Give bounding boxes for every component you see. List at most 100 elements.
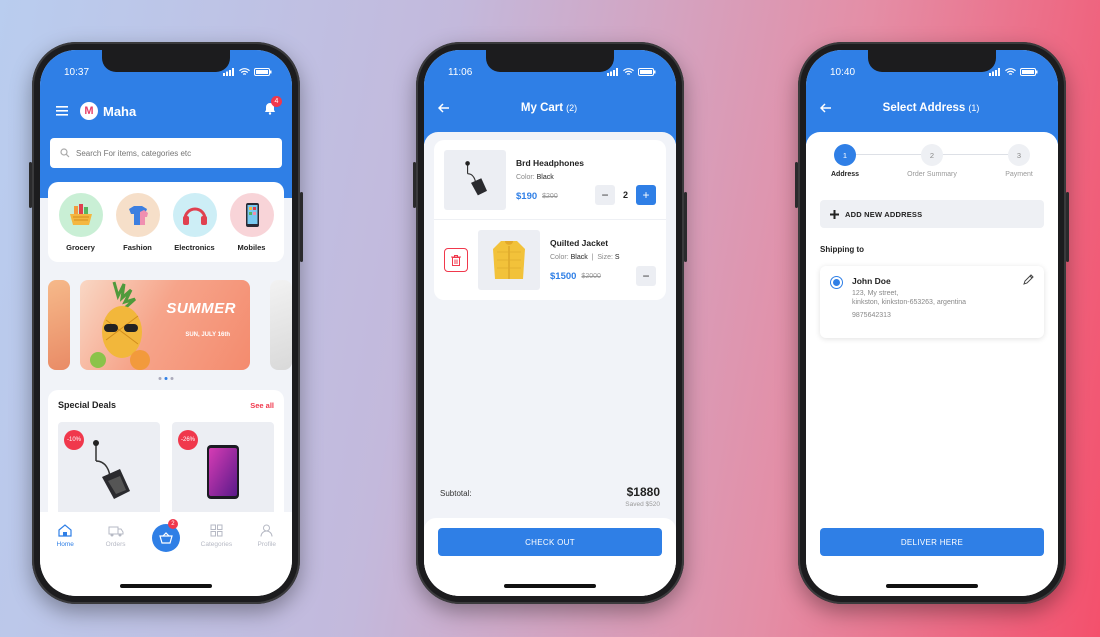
category-label: Electronics: [174, 242, 215, 252]
discount-badge: -10%: [64, 430, 84, 450]
subtotal-amount: $1880: [626, 485, 660, 499]
deals-header: Special Deals See all: [58, 400, 274, 410]
smartphone-icon: [207, 445, 239, 499]
add-new-address-button[interactable]: ADD NEW ADDRESS: [820, 200, 1044, 228]
bluetooth-headset-icon: [465, 160, 487, 195]
notch: [486, 50, 614, 72]
categories-card: Grocery Fashion Electronics Mobiles: [48, 182, 284, 262]
step-number: 3: [1008, 144, 1030, 166]
battery-icon: [254, 68, 272, 76]
home-indicator: [886, 584, 978, 588]
add-address-label: ADD NEW ADDRESS: [845, 209, 923, 219]
item-old-price: $2000: [581, 273, 601, 280]
cart-item-swiped: Quilted Jacket Color: Black | Size: S $1…: [434, 220, 666, 300]
back-arrow-icon[interactable]: [438, 103, 450, 113]
checkout-stepper: 1 Address 2 Order Summary 3 Payment: [820, 144, 1044, 184]
maha-logo-icon: M: [80, 102, 98, 120]
carousel-dot-active[interactable]: [164, 377, 168, 380]
step-payment[interactable]: 3 Payment: [984, 144, 1054, 178]
battery-icon: [638, 68, 656, 76]
basket-icon: [159, 532, 173, 544]
address-radio-selected[interactable]: [830, 276, 843, 289]
prev-banner: [48, 280, 70, 370]
step-address[interactable]: 1 Address: [810, 144, 880, 178]
cart-screen: 11:06 My Cart (2) Brd Headphones Color: B: [424, 50, 676, 596]
checkout-button[interactable]: CHECK OUT: [438, 528, 662, 556]
address-card[interactable]: John Doe 123, My street, kinkston, kinks…: [820, 266, 1044, 338]
subtotal-values: $1880 Saved $520: [625, 485, 660, 508]
category-grocery[interactable]: Grocery: [58, 192, 103, 252]
notification-button[interactable]: 4: [264, 96, 282, 120]
category-label: Fashion: [123, 242, 152, 252]
step-label: Payment: [1005, 171, 1033, 178]
grid-icon: [210, 524, 223, 537]
decrease-qty-button[interactable]: −: [636, 266, 656, 286]
deliver-here-button[interactable]: DELIVER HERE: [820, 528, 1044, 556]
summer-banner[interactable]: SUMMER SUN, JULY 16th: [80, 280, 250, 370]
carousel-dot[interactable]: [158, 377, 162, 380]
jacket-icon: [493, 241, 525, 279]
see-all-link[interactable]: See all: [250, 401, 274, 410]
decrease-qty-button[interactable]: −: [594, 185, 615, 205]
signal-icon: [223, 68, 234, 76]
notch: [868, 50, 996, 72]
delete-item-button[interactable]: [444, 248, 468, 272]
carousel-dot[interactable]: [170, 377, 174, 380]
category-electronics[interactable]: Electronics: [172, 192, 217, 252]
deals-title: Special Deals: [58, 400, 117, 410]
cart-button[interactable]: 2: [151, 519, 180, 552]
cart-items-card: Brd Headphones Color: Black $190 $200 − …: [434, 140, 666, 300]
status-time: 11:06: [448, 66, 473, 78]
notification-badge: 4: [271, 96, 282, 107]
carousel-dots: [158, 377, 174, 380]
search-input[interactable]: [76, 148, 256, 158]
address-name: John Doe: [852, 276, 891, 286]
category-mobiles[interactable]: Mobiles: [229, 192, 274, 252]
orders-icon: [108, 526, 124, 537]
back-arrow-icon[interactable]: [820, 103, 832, 113]
step-number: 1: [834, 144, 856, 166]
category-fashion[interactable]: Fashion: [115, 192, 160, 252]
subtotal-row: Subtotal: $1880 Saved $520: [440, 485, 660, 508]
trash-icon: [451, 254, 461, 266]
banner-subtitle: SUN, JULY 16th: [185, 332, 230, 338]
deal-item-mobile[interactable]: -26%: [172, 422, 274, 522]
item-name: Quilted Jacket: [550, 238, 609, 248]
increase-qty-button[interactable]: +: [636, 185, 656, 205]
shipping-to-label: Shipping to: [820, 245, 864, 254]
cart-count: (2): [566, 103, 578, 113]
tab-label: Profile: [257, 541, 276, 548]
step-label: Order Summary: [907, 171, 957, 178]
item-price: $1500: [550, 271, 577, 282]
step-order-summary[interactable]: 2 Order Summary: [897, 144, 967, 178]
deal-item-headphones[interactable]: -10%: [58, 422, 160, 522]
menu-icon[interactable]: [56, 106, 68, 116]
pencil-icon[interactable]: [1023, 274, 1034, 285]
tab-label: Home: [56, 541, 74, 548]
search-icon: [60, 148, 70, 158]
home-icon: [58, 524, 72, 537]
status-icons: [223, 68, 272, 76]
phone-cart: 11:06 My Cart (2) Brd Headphones Color: B: [413, 42, 687, 604]
search-bar[interactable]: [50, 138, 282, 168]
special-deals-card: Special Deals See all -10% -26%: [48, 390, 284, 530]
notch: [102, 50, 230, 72]
phone-home: 10:37 M Maha 4 Groce: [29, 42, 303, 604]
tab-profile[interactable]: Profile: [247, 524, 287, 596]
product-thumbnail[interactable]: [478, 230, 540, 290]
brand-name: Maha: [103, 103, 137, 119]
grocery-basket-icon: [58, 192, 103, 237]
product-thumbnail[interactable]: [444, 149, 506, 210]
status-time: 10:40: [830, 66, 856, 78]
headphones-icon: [172, 192, 217, 237]
address-count: (1): [968, 103, 980, 113]
tab-home[interactable]: Home: [45, 524, 85, 596]
profile-icon: [260, 524, 273, 537]
discount-badge: -26%: [178, 430, 198, 450]
next-banner: [270, 280, 292, 370]
phone-address: 10:40 Select Address (1) 1 Address 2 Orde…: [795, 42, 1069, 604]
promo-carousel[interactable]: SUMMER SUN, JULY 16th: [48, 274, 292, 370]
address-phone: 9875642313: [852, 312, 891, 319]
battery-icon: [1020, 68, 1038, 76]
signal-icon: [989, 68, 1000, 76]
